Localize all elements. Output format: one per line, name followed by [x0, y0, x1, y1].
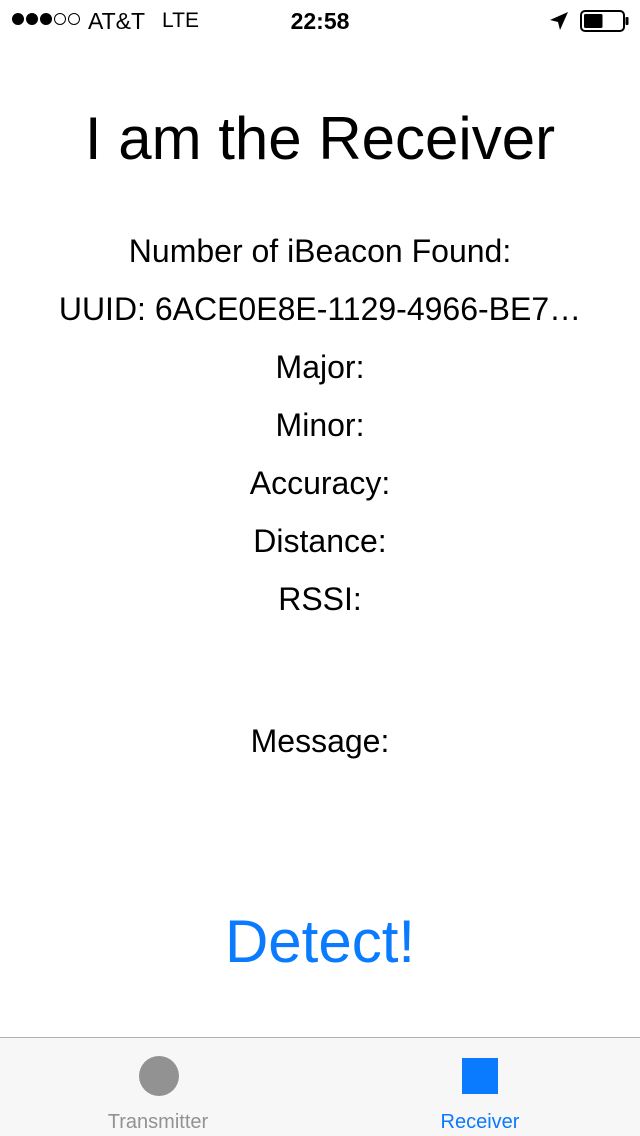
beacon-count-label: Number of iBeacon Found:: [128, 233, 512, 269]
location-arrow-icon: [550, 12, 568, 30]
distance-label: Distance:: [253, 523, 387, 559]
battery-icon: [580, 10, 629, 32]
major-label: Major:: [275, 349, 365, 385]
page-title: I am the Receiver: [84, 105, 556, 172]
rssi-label: RSSI:: [278, 581, 362, 617]
circle-icon: [139, 1056, 179, 1096]
tab-transmitter[interactable]: Transmitter: [0, 1038, 320, 1136]
square-icon: [462, 1058, 498, 1094]
status-bar: AT&T LTE 22:58: [0, 0, 640, 40]
uuid-label: UUID: 6ACE0E8E-1129-4966-BE7…: [58, 291, 582, 327]
tab-receiver[interactable]: Receiver: [320, 1038, 640, 1136]
tab-label: Transmitter: [107, 1111, 209, 1133]
app-screen: AT&T LTE 22:58 I am the Receiver Number …: [0, 0, 640, 1136]
tab-bar: Transmitter Receiver: [0, 1037, 640, 1136]
detect-button[interactable]: Detect!: [170, 900, 470, 984]
minor-label: Minor:: [275, 407, 365, 443]
accuracy-label: Accuracy:: [249, 465, 391, 501]
status-time: 22:58: [290, 8, 350, 34]
message-label: Message:: [250, 723, 390, 759]
tab-label: Receiver: [440, 1111, 520, 1133]
